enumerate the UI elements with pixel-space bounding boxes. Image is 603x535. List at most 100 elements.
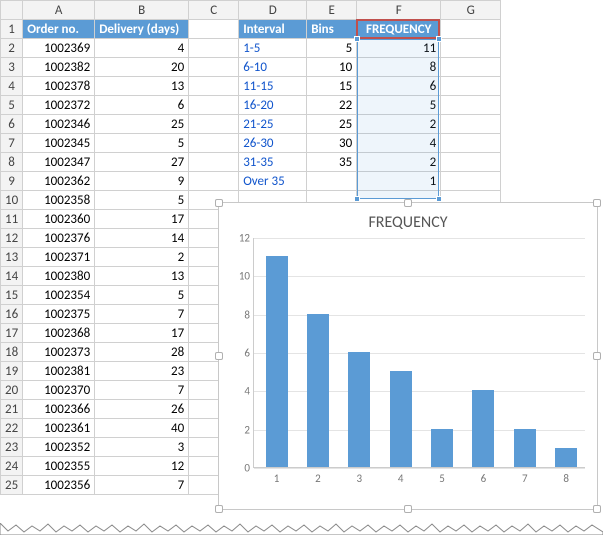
- cell-D2[interactable]: 1-5: [239, 39, 307, 58]
- row-header[interactable]: 15: [1, 286, 23, 305]
- row-header[interactable]: 8: [1, 153, 23, 172]
- cell-B20[interactable]: 7: [95, 381, 189, 400]
- chart-bar[interactable]: [266, 256, 288, 467]
- col-header-B[interactable]: B: [95, 1, 189, 20]
- chart-bar[interactable]: [348, 352, 370, 467]
- chart-bar[interactable]: [555, 448, 577, 467]
- row-header[interactable]: 22: [1, 419, 23, 438]
- cell-E6[interactable]: 25: [307, 115, 357, 134]
- cell-C5[interactable]: [189, 96, 239, 115]
- corner-cell[interactable]: [1, 1, 23, 20]
- cell-G2[interactable]: [441, 39, 501, 58]
- row-header[interactable]: 12: [1, 229, 23, 248]
- row-header[interactable]: 13: [1, 248, 23, 267]
- cell-A23[interactable]: 1002352: [23, 438, 95, 457]
- row-header[interactable]: 25: [1, 476, 23, 495]
- cell-A6[interactable]: 1002346: [23, 115, 95, 134]
- cell-D7[interactable]: 26-30: [239, 134, 307, 153]
- cell-E1[interactable]: Bins: [307, 20, 357, 39]
- chart-plot-area[interactable]: 02468101212345678: [253, 238, 585, 468]
- cell-E3[interactable]: 10: [307, 58, 357, 77]
- chart-handle[interactable]: [593, 352, 601, 360]
- row-header[interactable]: 10: [1, 191, 23, 210]
- cell-A16[interactable]: 1002375: [23, 305, 95, 324]
- row-header[interactable]: 14: [1, 267, 23, 286]
- cell-B12[interactable]: 14: [95, 229, 189, 248]
- cell-E7[interactable]: 30: [307, 134, 357, 153]
- cell-A20[interactable]: 1002370: [23, 381, 95, 400]
- cell-B11[interactable]: 17: [95, 210, 189, 229]
- chart-handle[interactable]: [593, 199, 601, 207]
- chart-object[interactable]: FREQUENCY 02468101212345678: [218, 202, 598, 510]
- chart-bar[interactable]: [431, 429, 453, 467]
- col-header-E[interactable]: E: [307, 1, 357, 20]
- row-header[interactable]: 16: [1, 305, 23, 324]
- cell-C8[interactable]: [189, 153, 239, 172]
- cell-B16[interactable]: 7: [95, 305, 189, 324]
- cell-D4[interactable]: 11-15: [239, 77, 307, 96]
- cell-G8[interactable]: [441, 153, 501, 172]
- cell-B10[interactable]: 5: [95, 191, 189, 210]
- chart-title[interactable]: FREQUENCY: [219, 213, 597, 232]
- cell-D9[interactable]: Over 35: [239, 172, 307, 191]
- cell-A24[interactable]: 1002355: [23, 457, 95, 476]
- cell-B24[interactable]: 12: [95, 457, 189, 476]
- col-header-A[interactable]: A: [23, 1, 95, 20]
- row-header[interactable]: 4: [1, 77, 23, 96]
- row-header[interactable]: 3: [1, 58, 23, 77]
- cell-B13[interactable]: 2: [95, 248, 189, 267]
- cell-E8[interactable]: 35: [307, 153, 357, 172]
- chart-handle[interactable]: [215, 352, 223, 360]
- cell-E5[interactable]: 22: [307, 96, 357, 115]
- cell-A9[interactable]: 1002362: [23, 172, 95, 191]
- row-header[interactable]: 20: [1, 381, 23, 400]
- cell-A8[interactable]: 1002347: [23, 153, 95, 172]
- col-header-G[interactable]: G: [441, 1, 501, 20]
- row-header[interactable]: 11: [1, 210, 23, 229]
- cell-B18[interactable]: 28: [95, 343, 189, 362]
- chart-bar[interactable]: [307, 314, 329, 467]
- cell-C4[interactable]: [189, 77, 239, 96]
- cell-A18[interactable]: 1002373: [23, 343, 95, 362]
- cell-B6[interactable]: 25: [95, 115, 189, 134]
- row-header[interactable]: 2: [1, 39, 23, 58]
- chart-handle[interactable]: [215, 199, 223, 207]
- cell-F9[interactable]: 1: [357, 172, 441, 191]
- cell-G1[interactable]: [441, 20, 501, 39]
- cell-E9[interactable]: [307, 172, 357, 191]
- cell-D5[interactable]: 16-20: [239, 96, 307, 115]
- cell-B8[interactable]: 27: [95, 153, 189, 172]
- row-header[interactable]: 9: [1, 172, 23, 191]
- cell-A19[interactable]: 1002381: [23, 362, 95, 381]
- cell-A2[interactable]: 1002369: [23, 39, 95, 58]
- cell-F6[interactable]: 2: [357, 115, 441, 134]
- cell-A4[interactable]: 1002378: [23, 77, 95, 96]
- cell-C6[interactable]: [189, 115, 239, 134]
- cell-B5[interactable]: 6: [95, 96, 189, 115]
- range-handle-tr[interactable]: [436, 36, 442, 42]
- chart-handle[interactable]: [404, 199, 412, 207]
- cell-A14[interactable]: 1002380: [23, 267, 95, 286]
- cell-G3[interactable]: [441, 58, 501, 77]
- cell-C1[interactable]: [189, 20, 239, 39]
- row-header[interactable]: 6: [1, 115, 23, 134]
- cell-D8[interactable]: 31-35: [239, 153, 307, 172]
- chart-bar[interactable]: [472, 390, 494, 467]
- row-header[interactable]: 7: [1, 134, 23, 153]
- cell-C7[interactable]: [189, 134, 239, 153]
- chart-bar[interactable]: [514, 429, 536, 467]
- col-header-F[interactable]: F: [357, 1, 441, 20]
- cell-E4[interactable]: 15: [307, 77, 357, 96]
- row-header[interactable]: 5: [1, 96, 23, 115]
- cell-G6[interactable]: [441, 115, 501, 134]
- chart-handle[interactable]: [215, 505, 223, 513]
- col-header-D[interactable]: D: [239, 1, 307, 20]
- cell-D1[interactable]: Interval: [239, 20, 307, 39]
- cell-B15[interactable]: 5: [95, 286, 189, 305]
- cell-B22[interactable]: 40: [95, 419, 189, 438]
- row-header[interactable]: 18: [1, 343, 23, 362]
- cell-F4[interactable]: 6: [357, 77, 441, 96]
- cell-A13[interactable]: 1002371: [23, 248, 95, 267]
- cell-A21[interactable]: 1002366: [23, 400, 95, 419]
- row-header[interactable]: 24: [1, 457, 23, 476]
